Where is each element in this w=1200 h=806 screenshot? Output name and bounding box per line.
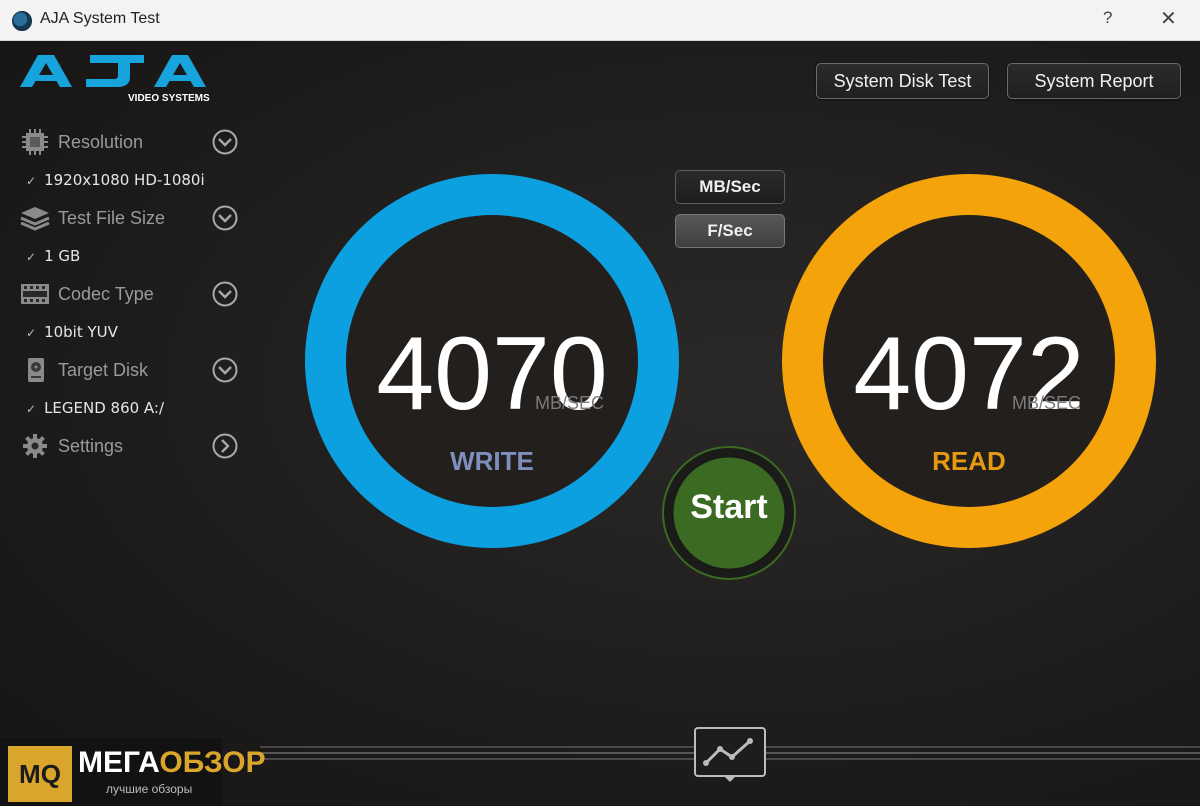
write-value: 4070 <box>376 316 608 432</box>
help-button[interactable]: ? <box>1103 8 1112 28</box>
watermark-title-right: ОБЗОР <box>159 746 266 779</box>
write-label: WRITE <box>450 446 534 476</box>
watermark-title-left: МЕГА <box>78 746 160 779</box>
megaobzor-watermark: MQ МЕГАОБЗОР лучшие обзоры <box>0 738 266 806</box>
test-file-size-value: ✓ 1 GB <box>26 247 80 265</box>
disk-icon <box>28 358 44 382</box>
logo-tagline: VIDEO SYSTEMS <box>128 93 210 104</box>
sidebar-label-settings: Settings <box>58 436 124 456</box>
read-value: 4072 <box>853 316 1085 432</box>
target-disk-value-text: LEGEND 860 A:/ <box>44 399 165 417</box>
sidebar-label-codec-type: Codec Type <box>58 284 154 304</box>
sidebar-item-codec-type[interactable]: Codec Type <box>20 278 240 312</box>
read-label: READ <box>932 446 1006 476</box>
codec-type-value-text: 10bit YUV <box>44 323 118 341</box>
aja-app-icon <box>12 11 32 31</box>
sidebar-label-target-disk: Target Disk <box>58 360 149 380</box>
film-icon <box>21 284 49 304</box>
system-report-button[interactable]: System Report <box>1007 63 1181 99</box>
chevron-down-icon[interactable] <box>212 281 238 307</box>
target-disk-value: ✓ LEGEND 860 A:/ <box>26 399 164 417</box>
check-icon: ✓ <box>26 250 37 264</box>
chevron-down-icon[interactable] <box>212 205 238 231</box>
check-icon: ✓ <box>26 326 37 340</box>
watermark-title: МЕГАОБЗОР <box>78 746 266 780</box>
sidebar-item-resolution[interactable]: Resolution <box>20 126 240 160</box>
sidebar-label-resolution: Resolution <box>58 132 144 152</box>
read-gauge: 4072 MB/SEC READ <box>782 173 1156 549</box>
resolution-value: ✓ 1920x1080 HD-1080i <box>26 171 205 189</box>
codec-type-value: ✓ 10bit YUV <box>26 323 118 341</box>
main-panel: VIDEO SYSTEMS Resolution ✓ 1920x1080 HD-1… <box>0 41 1200 806</box>
resolution-value-text: 1920x1080 HD-1080i <box>44 171 205 189</box>
graph-icon[interactable] <box>694 727 766 783</box>
sidebar-label-test-file-size: Test File Size <box>58 208 166 228</box>
aja-logo: VIDEO SYSTEMS <box>20 55 210 104</box>
title-bar: AJA System Test ? ✕ <box>0 0 1200 41</box>
chevron-right-icon[interactable] <box>212 433 238 459</box>
check-icon: ✓ <box>26 174 37 188</box>
test-file-size-value-text: 1 GB <box>44 247 81 265</box>
mq-logo: MQ <box>8 746 72 802</box>
sidebar-item-test-file-size[interactable]: Test File Size <box>20 202 240 236</box>
watermark-subtitle: лучшие обзоры <box>106 782 193 796</box>
chevron-down-icon[interactable] <box>212 357 238 383</box>
chevron-down-icon[interactable] <box>212 129 238 155</box>
check-icon: ✓ <box>26 402 37 416</box>
stack-icon <box>20 207 50 231</box>
write-gauge: 4070 MB/SEC WRITE <box>305 173 679 549</box>
gear-icon <box>23 434 47 458</box>
start-button[interactable]: Start <box>662 446 796 580</box>
read-unit: MB/SEC <box>1012 393 1082 413</box>
write-unit: MB/SEC <box>535 393 605 413</box>
sidebar-item-target-disk[interactable]: Target Disk <box>20 354 240 388</box>
system-disk-test-button[interactable]: System Disk Test <box>816 63 989 99</box>
sidebar-item-settings[interactable]: Settings <box>20 430 240 464</box>
chip-icon <box>22 129 48 155</box>
start-label: Start <box>690 488 768 526</box>
close-button[interactable]: ✕ <box>1160 6 1177 31</box>
mb-sec-button[interactable]: MB/Sec <box>675 170 785 204</box>
window-title: AJA System Test <box>40 10 160 27</box>
f-sec-button[interactable]: F/Sec <box>675 214 785 248</box>
